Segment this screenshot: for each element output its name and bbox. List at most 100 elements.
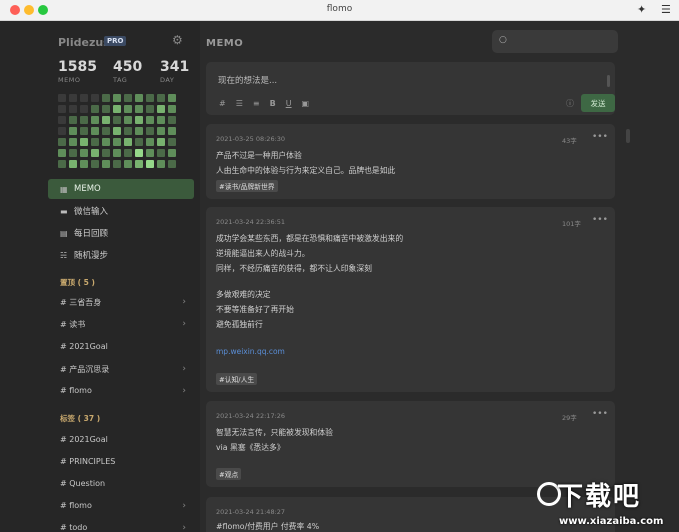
- chevron-right-icon[interactable]: ›: [182, 319, 186, 329]
- app-window: flomo ✦ ☰ Plidezus PRO ⚙ 1585 MEMO 450 T…: [0, 0, 679, 532]
- heatmap-cell: [146, 149, 154, 157]
- nav-item-memo[interactable]: ▦ MEMO: [48, 179, 194, 199]
- stat-label: TAG: [113, 76, 128, 84]
- pinned-tag-item[interactable]: # flomo ›: [60, 386, 186, 396]
- nav-label: 微信输入: [74, 207, 109, 217]
- puzzle-icon[interactable]: ✦: [637, 3, 646, 16]
- scrollbar-thumb[interactable]: [626, 129, 630, 143]
- search-input[interactable]: ○: [492, 30, 618, 53]
- pinned-tag-item[interactable]: # 读书 ›: [60, 319, 186, 330]
- watermark: 下载吧 www.xiazaiba.com: [537, 476, 679, 532]
- memo-line: 多做艰难的决定: [216, 290, 271, 299]
- heatmap-cell: [58, 138, 66, 146]
- heatmap-cell: [168, 94, 176, 102]
- pinned-tag-item[interactable]: # 三省吾身 ›: [60, 297, 186, 308]
- chevron-right-icon[interactable]: ›: [182, 386, 186, 396]
- tag-item[interactable]: # flomo ›: [60, 501, 186, 511]
- tag-item[interactable]: # Question: [60, 479, 186, 488]
- editor-resize-handle[interactable]: [607, 75, 610, 87]
- tag-item[interactable]: # PRINCIPLES: [60, 457, 186, 466]
- memo-card[interactable]: 2021-03-24 22:17:26 29字 ••• 智慧无法言传，只能被发现…: [206, 401, 615, 487]
- heatmap-cell: [58, 105, 66, 113]
- heatmap-cell: [113, 116, 121, 124]
- memo-editor[interactable]: 现在的想法是... # ☰ ≡ B U ▣ ⓘ 发送: [206, 62, 615, 115]
- heatmap-cell: [69, 149, 77, 157]
- heatmap-cell: [58, 127, 66, 135]
- tag-item[interactable]: # 2021Goal: [60, 435, 186, 444]
- memo-link[interactable]: mp.weixin.qq.com: [216, 347, 285, 356]
- heatmap-cell: [168, 138, 176, 146]
- heatmap-cell: [124, 116, 132, 124]
- chevron-right-icon[interactable]: ›: [182, 297, 186, 307]
- send-button[interactable]: 发送: [581, 94, 615, 112]
- heatmap-cell: [69, 116, 77, 124]
- underline-icon[interactable]: U: [286, 99, 292, 108]
- memo-tag[interactable]: #认知/人生: [216, 373, 258, 385]
- more-options-icon[interactable]: •••: [592, 409, 608, 419]
- heatmap-cell: [168, 149, 176, 157]
- nav-item-random-walk[interactable]: ☵ 随机漫步: [48, 245, 194, 265]
- stat-label: MEMO: [58, 76, 81, 84]
- image-icon[interactable]: ▣: [302, 99, 310, 108]
- heatmap-cell: [157, 138, 165, 146]
- heatmap-cell: [113, 127, 121, 135]
- heatmap-cell: [58, 94, 66, 102]
- memo-word-count: 29字: [562, 414, 577, 422]
- settings-sliders-icon[interactable]: ⚙: [172, 33, 183, 47]
- memo-card[interactable]: 2021-03-25 08:26:30 43字 ••• 产品不过是一种用户体验 …: [206, 124, 615, 199]
- hashtag-icon[interactable]: #: [219, 99, 226, 108]
- bold-icon[interactable]: B: [270, 99, 276, 108]
- stat-day: 341 DAY: [160, 59, 189, 84]
- info-icon[interactable]: ⓘ: [566, 98, 574, 109]
- brand-name[interactable]: Plidezus: [58, 36, 110, 49]
- heatmap-cell: [91, 94, 99, 102]
- chat-icon: ▬: [60, 206, 68, 216]
- heatmap-cell: [146, 160, 154, 168]
- tag-label: # 产品沉思录: [60, 365, 110, 374]
- heatmap-cell: [124, 138, 132, 146]
- memo-timestamp: 2021-03-25 08:26:30: [216, 135, 286, 143]
- pinned-tag-item[interactable]: # 2021Goal: [60, 342, 186, 351]
- pro-badge: PRO: [104, 36, 127, 46]
- heatmap-cell: [91, 105, 99, 113]
- heatmap-cell: [135, 94, 143, 102]
- chevron-right-icon[interactable]: ›: [182, 523, 186, 532]
- chevron-right-icon[interactable]: ›: [182, 501, 186, 511]
- more-options-icon[interactable]: •••: [592, 215, 608, 225]
- chevron-right-icon[interactable]: ›: [182, 364, 186, 374]
- nav-item-wechat-input[interactable]: ▬ 微信输入: [48, 201, 194, 221]
- editor-placeholder[interactable]: 现在的想法是...: [218, 74, 277, 86]
- tag-label: # 2021Goal: [60, 342, 108, 351]
- tags-section-title: 标签 ( 37 ): [60, 414, 101, 423]
- more-options-icon[interactable]: •••: [592, 132, 608, 142]
- numbered-list-icon[interactable]: ≡: [253, 99, 260, 108]
- memo-line: 成功学会某些东西，都是在恐惧和痛苦中被激发出来的: [216, 234, 404, 243]
- memo-tag[interactable]: #读书/品牌新世界: [216, 180, 278, 192]
- pinned-tag-item[interactable]: # 产品沉思录 ›: [60, 364, 186, 375]
- heatmap-cell: [113, 105, 121, 113]
- stat-value: 450: [113, 59, 143, 75]
- stat-memo: 1585 MEMO: [58, 59, 97, 84]
- tag-item[interactable]: # todo ›: [60, 523, 186, 532]
- heatmap-cell: [102, 116, 110, 124]
- watermark-url: www.xiazaiba.com: [559, 516, 664, 527]
- memo-timestamp: 2021-03-24 22:17:26: [216, 412, 286, 420]
- menu-icon[interactable]: ☰: [661, 3, 671, 16]
- title-bar: flomo ✦ ☰: [0, 0, 679, 21]
- stat-tag: 450 TAG: [113, 59, 142, 84]
- memo-card[interactable]: 2021-03-24 22:36:51 101字 ••• 成功学会某些东西，都是…: [206, 207, 615, 392]
- memo-tag[interactable]: #观点: [216, 468, 242, 480]
- bullet-list-icon[interactable]: ☰: [236, 99, 243, 108]
- nav-item-daily-review[interactable]: ▤ 每日回顾: [48, 223, 194, 243]
- heatmap-cell: [91, 160, 99, 168]
- heatmap-cell: [102, 105, 110, 113]
- pinned-section-title: 置顶 ( 5 ): [60, 278, 95, 287]
- memo-timestamp: 2021-03-24 21:48:27: [216, 508, 286, 516]
- memo-word-count: 43字: [562, 137, 577, 145]
- heatmap-cell: [157, 149, 165, 157]
- heatmap-cell: [58, 149, 66, 157]
- heatmap-cell: [168, 116, 176, 124]
- heatmap-cell: [146, 94, 154, 102]
- memo-line: 同样，不经历痛苦的获得，都不让人印象深刻: [216, 264, 372, 273]
- heatmap-cell: [69, 138, 77, 146]
